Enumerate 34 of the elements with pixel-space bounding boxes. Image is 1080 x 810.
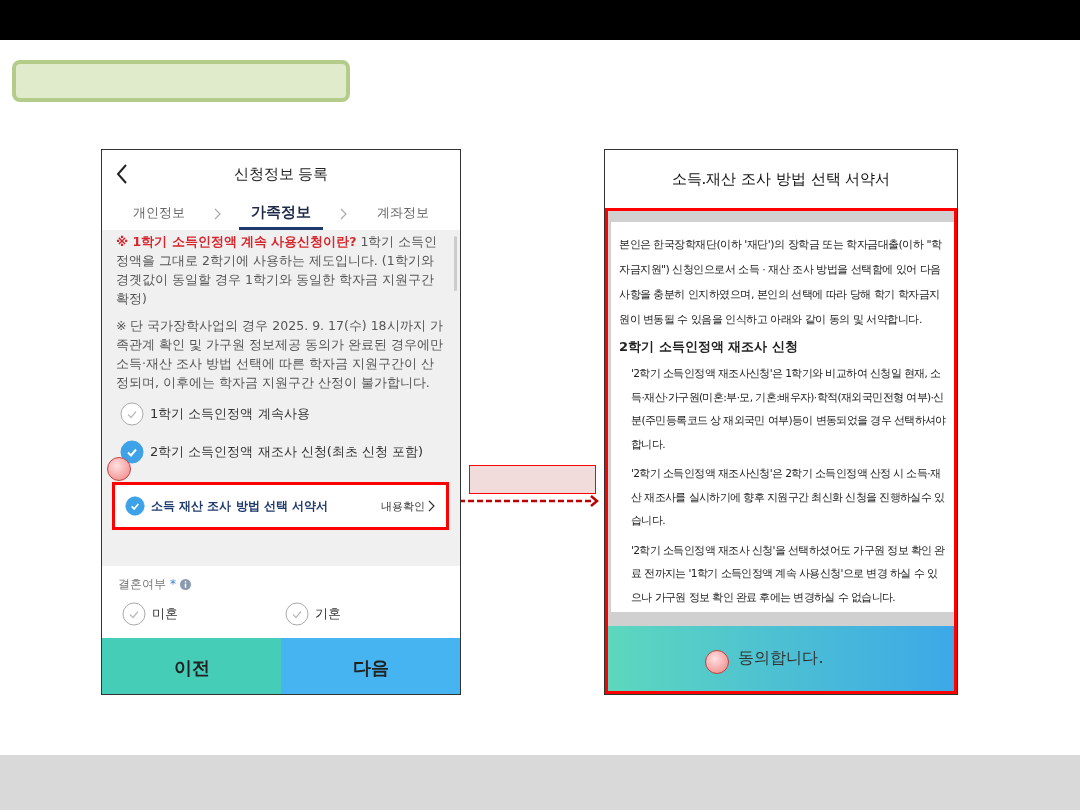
next-button[interactable]: 다음: [281, 638, 460, 694]
chevron-right-icon: [213, 208, 222, 220]
unchecked-circle-icon[interactable]: [120, 402, 144, 426]
field-label: 결혼여부: [118, 575, 166, 593]
option-label: 미혼: [152, 605, 178, 623]
unchecked-circle-icon[interactable]: [122, 602, 146, 626]
agree-button[interactable]: 동의합니다.: [608, 626, 954, 691]
screen-title: 신청정보 등록: [233, 164, 329, 184]
view-content-link[interactable]: 내용확인: [381, 498, 436, 514]
clause-text: '2학기 소득인정액 재조사신청'은 1학기와 비교하여 신청일 현재, 소득·재산·가구원(미혼:부·모, 기혼:배우자)·학적(재외국민전형 여부)·신분(주민등록코드 상 재외국민 여부)등이 변동되었을 경우 선택하셔야 합니다.: [631, 366, 946, 452]
previous-button[interactable]: 이전: [102, 638, 281, 694]
option-label: 기혼: [315, 605, 341, 623]
back-icon[interactable]: [116, 164, 128, 184]
clause-text: '2학기 소득인정액 재조사신청'은 2학기 소득인정액 산정 시 소득·재산 재조사를 실시하기에 향후 지원구간 최신화 신청을 진행하실수 있습니다.: [631, 466, 946, 528]
option-label: 2학기 소득인정액 재조사 신청(최초 신청 포함): [150, 443, 424, 461]
checked-circle-icon[interactable]: [120, 440, 144, 464]
notice-text: ※ 단 국가장학사업의 경우 2025. 9. 17(수) 18시까지 가족관계 확인 및 가구원 정보제공 동의가 완료된 경우에만 소득·재산 조사 방법 선택에 따른 학자금 지원구간이 산정되며, 이후에는 학자금 지원구간 산정이 불가합니다.: [116, 317, 444, 392]
intro-text: 본인은 한국장학재단(이하 '재단')의 장학금 또는 학자금대출(이하 "학자금지원") 신청인으로서 소득 · 재산 조사 방법을 선택함에 있어 다음 사항을 충분히 인지하였으며, 본인의 선택에 따라 당해 학기 학자금지원이 변동될 수 있음을 인식하고 아래와 같이 동의 및 서약합니다.: [619, 237, 943, 328]
step-tab[interactable]: 개인정보: [120, 198, 197, 230]
step-tab[interactable]: 계좌정보: [365, 198, 442, 230]
chevron-right-icon: [340, 208, 349, 220]
required-mark: *: [170, 577, 176, 591]
chevron-right-icon: [428, 500, 436, 512]
option-label: 1학기 소득인정액 계속사용: [150, 405, 310, 423]
checked-circle-icon[interactable]: [125, 496, 145, 516]
agreement-row[interactable]: 소득 재산 조사 방법 선택 서약서 내용확인: [112, 482, 449, 530]
unchecked-circle-icon[interactable]: [285, 602, 309, 626]
notice-text: ※ 1학기 소득인정액 계속 사용신청이란? 1학기 소득인정액을 그대로 2학기에 사용하는 제도입니다. (1학기와 경곗값이 동일할 경우 1학기와 동일한 학자금 지원구간 확정): [116, 233, 439, 308]
info-icon[interactable]: [180, 578, 191, 590]
screen-title: 소득.재산 조사 방법 선택 서약서: [671, 169, 891, 189]
clause-text: '2학기 소득인정액 재조사 신청'을 선택하셨어도 가구원 정보 확인 완료 전까지는 '1학기 소득인정액 계속 사용신청'으로 변경 하실 수 있으나 가구원 정보 확인 완료 후에는 변경하실 수 없습니다.: [631, 542, 946, 605]
agreement-label: 소득 재산 조사 방법 선택 서약서: [151, 497, 329, 515]
section-heading: 2학기 소득인정액 재조사 신청: [619, 338, 799, 356]
scrollbar: [454, 236, 457, 291]
